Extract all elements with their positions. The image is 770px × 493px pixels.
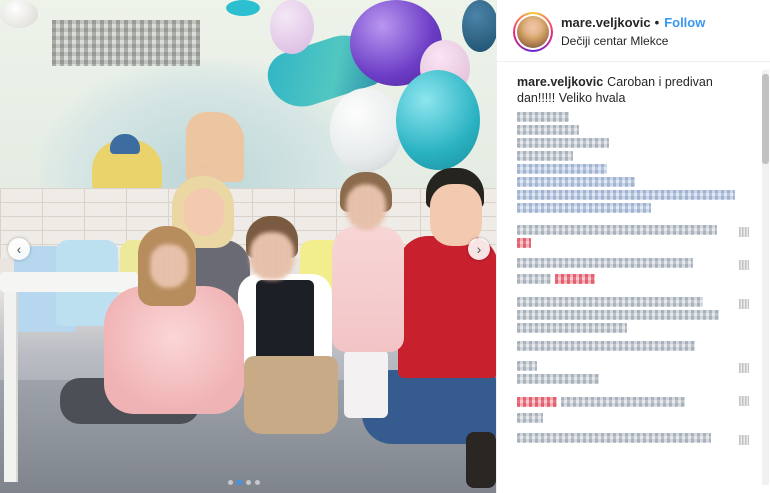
mural-cat: [186, 112, 244, 182]
mural-dog: [92, 134, 162, 192]
comment: [517, 297, 749, 333]
pixelated-emoji: [517, 238, 531, 248]
man-shoe: [466, 432, 496, 488]
girl-face-pixelated: [150, 244, 188, 288]
follow-button[interactable]: Follow: [664, 15, 705, 30]
comment-row: [517, 394, 743, 410]
heart-icon[interactable]: [739, 396, 749, 406]
carousel-dot-active: [237, 480, 242, 485]
pixelated-line: [517, 258, 693, 268]
pixelated-line: [517, 225, 717, 235]
avatar-story-ring[interactable]: [513, 12, 553, 52]
white-table: [0, 272, 138, 292]
carousel-dot: [246, 480, 251, 485]
comments-area: mare.veljkovic Caroban i predivan dan!!!!…: [497, 62, 759, 493]
pixelated-line: [517, 125, 579, 135]
toddler-face-pixelated: [346, 184, 386, 230]
header-text: mare.veljkovic • Follow Dečiji centar Ml…: [561, 15, 705, 48]
heart-icon[interactable]: [739, 260, 749, 270]
pixelated-line: [517, 274, 551, 284]
heart-icon[interactable]: [739, 227, 749, 237]
carousel-indicator: [228, 480, 260, 485]
carousel-dot: [255, 480, 260, 485]
navy-balloon: [462, 0, 496, 52]
pixelated-line: [517, 151, 573, 161]
heart-icon[interactable]: [739, 299, 749, 309]
chevron-right-icon[interactable]: ›: [468, 238, 490, 260]
post-header: mare.veljkovic • Follow Dečiji centar Ml…: [497, 0, 770, 62]
comment: [517, 258, 749, 287]
pixelated-line: [517, 361, 537, 371]
comment: [517, 341, 743, 351]
pixelated-line: [517, 190, 735, 200]
pixelated-emoji: [555, 274, 595, 284]
location-link[interactable]: Dečiji centar Mlekce: [561, 34, 705, 48]
pixelated-emoji: [517, 397, 557, 407]
post-sidebar: mare.veljkovic • Follow Dečiji centar Ml…: [496, 0, 770, 493]
woman-face: [184, 188, 224, 236]
pixelated-line: [517, 413, 543, 423]
header-row: mare.veljkovic • Follow: [561, 15, 705, 30]
man-face: [430, 184, 482, 246]
carousel-dot: [228, 480, 233, 485]
pixelated-line: [517, 433, 711, 443]
pixelated-line: [517, 323, 627, 333]
teal-balloon: [396, 70, 480, 170]
pixelated-line: [517, 138, 609, 148]
boy-face-pixelated: [250, 232, 294, 280]
heart-icon[interactable]: [739, 435, 749, 445]
boy-pants: [244, 356, 338, 434]
chevron-left-icon[interactable]: ‹: [8, 238, 30, 260]
post-caption: mare.veljkovic Caroban i predivan dan!!!!…: [517, 74, 743, 106]
boy-vest: [256, 280, 314, 366]
pixelated-line: [517, 310, 719, 320]
avatar-border: [515, 14, 551, 50]
comment: [517, 361, 749, 384]
caption-hashtags-pixelated: [517, 112, 743, 213]
comment-row: [517, 271, 743, 287]
caption-username[interactable]: mare.veljkovic: [517, 75, 603, 89]
pixelated-line: [517, 341, 695, 351]
confetti-balloon: [330, 88, 402, 172]
pixelated-line: [561, 397, 685, 407]
pixelated-wall-sign: [52, 20, 200, 66]
pink-balloon: [270, 0, 314, 54]
post-photo[interactable]: ‹ ›: [0, 0, 496, 493]
toddler-dress: [332, 226, 404, 352]
table-leg: [4, 292, 18, 482]
heart-icon[interactable]: [739, 363, 749, 373]
teal-balloon-small: [226, 0, 260, 16]
comment: [517, 225, 749, 248]
separator-dot: •: [654, 15, 660, 30]
white-balloon-corner: [0, 0, 38, 28]
pixelated-line: [517, 203, 651, 213]
toddler-legs: [344, 350, 388, 418]
scrollbar-thumb[interactable]: [762, 74, 769, 164]
username-link[interactable]: mare.veljkovic: [561, 15, 651, 30]
comment: [517, 433, 749, 445]
comment: [517, 394, 749, 423]
pixelated-line: [517, 374, 599, 384]
pixelated-line: [517, 164, 607, 174]
avatar[interactable]: [517, 16, 549, 48]
pixelated-line: [517, 177, 635, 187]
pixelated-line: [517, 112, 569, 122]
pixelated-line: [517, 297, 703, 307]
